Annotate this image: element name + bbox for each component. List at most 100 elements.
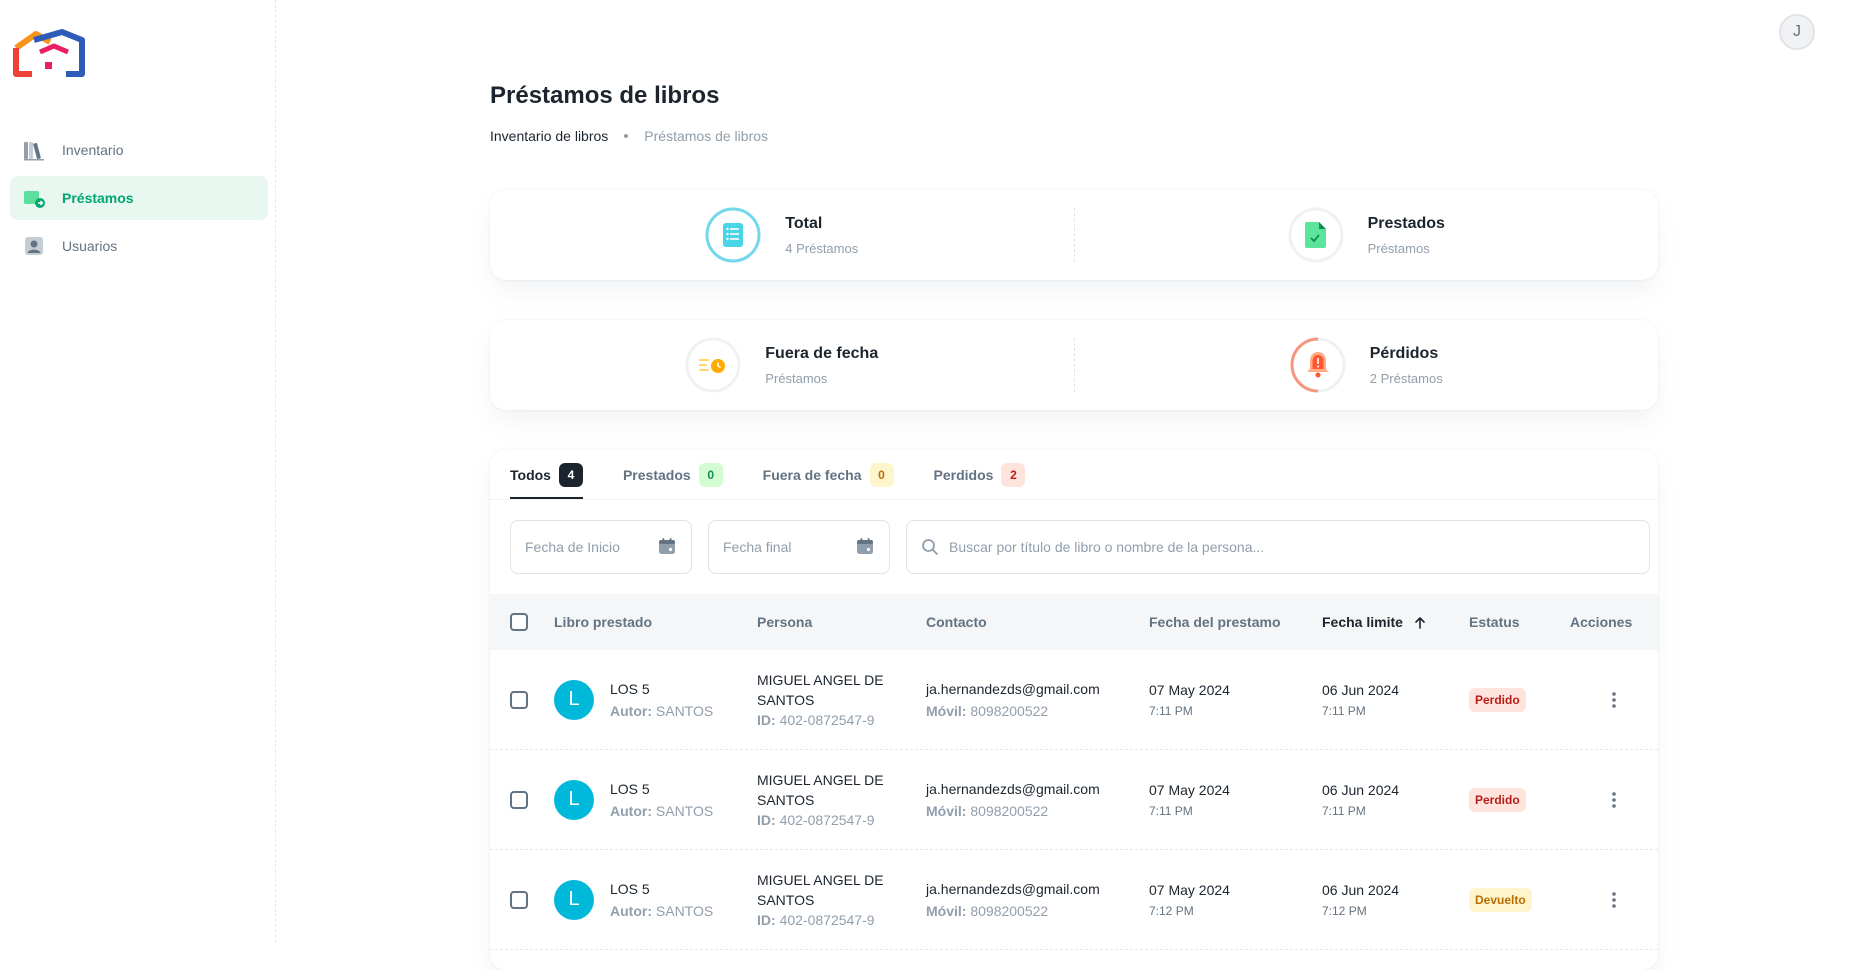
tab-label: Todos — [510, 466, 551, 483]
end-date-field[interactable]: Fecha final — [708, 520, 890, 574]
stat-total: Total 4 Préstamos — [490, 190, 1074, 280]
column-header-fecha-prestamo[interactable]: Fecha del prestamo — [1149, 614, 1322, 630]
person-name-line1: MIGUEL ANGEL DE — [757, 771, 884, 788]
contact-phone: 8098200522 — [970, 802, 1049, 819]
start-date-field[interactable]: Fecha de Inicio — [510, 520, 692, 574]
stat-title: Fuera de fecha — [765, 344, 879, 362]
file-check-icon — [1304, 222, 1326, 248]
id-label: ID: — [757, 811, 776, 828]
stat-subtitle: Préstamos — [1367, 240, 1430, 256]
book-author: SANTOS — [655, 802, 714, 819]
book-title: LOS 5 — [610, 880, 650, 897]
person-name-line1: MIGUEL ANGEL DE — [757, 671, 884, 688]
calendar-icon[interactable] — [855, 536, 875, 559]
loan-folder-icon — [22, 186, 46, 210]
user-icon — [22, 234, 46, 258]
person-name-line1: MIGUEL ANGEL DE — [757, 871, 884, 888]
stat-subtitle: Préstamos — [765, 370, 828, 386]
contact-email: ja.hernandezds@gmail.com — [926, 780, 1100, 797]
select-all-checkbox[interactable] — [510, 613, 528, 631]
status-badge: Perdido — [1469, 787, 1526, 812]
person-name-line2: SANTOS — [757, 691, 815, 708]
house-logo-icon[interactable] — [10, 28, 86, 80]
column-header-fecha-limite[interactable]: Fecha limite — [1322, 614, 1469, 630]
phone-label: Móvil: — [926, 702, 967, 719]
loan-date: 07 May 2024 — [1149, 681, 1230, 698]
stat-fuera-de-fecha: Fuera de fecha Préstamos — [490, 320, 1074, 410]
sidebar-item-usuarios[interactable]: Usuarios — [10, 224, 268, 268]
stat-prestados: Prestados Préstamos — [1073, 207, 1659, 263]
tab-count-badge: 0 — [869, 462, 894, 487]
tab-prestados[interactable]: Prestados 0 — [623, 450, 723, 499]
table-row[interactable]: L LOS 5 Autor: SANTOS MIGUEL ANGEL DE SA… — [490, 850, 1658, 950]
bell-icon — [1306, 352, 1329, 378]
phone-label: Móvil: — [926, 802, 967, 819]
breadcrumb-separator — [624, 134, 629, 138]
more-vertical-icon[interactable] — [1596, 782, 1632, 818]
user-avatar-initial: J — [1793, 23, 1801, 40]
book-title: LOS 5 — [610, 680, 650, 697]
row-checkbox[interactable] — [510, 790, 528, 809]
search-input[interactable]: Buscar por título de libro o nombre de l… — [906, 520, 1650, 574]
row-checkbox[interactable] — [510, 890, 528, 909]
book-author: SANTOS — [655, 702, 714, 719]
person-name-line2: SANTOS — [757, 791, 815, 808]
stat-perdidos: Pérdidos 2 Préstamos — [1073, 337, 1659, 393]
loan-date: 07 May 2024 — [1149, 881, 1230, 898]
breadcrumb-current: Préstamos de libros — [644, 128, 769, 144]
due-date: 06 Jun 2024 — [1322, 681, 1400, 698]
more-vertical-icon[interactable] — [1596, 882, 1632, 918]
loan-time: 7:11 PM — [1149, 803, 1193, 818]
sidebar-item-prestamos[interactable]: Préstamos — [10, 176, 268, 220]
book-avatar: L — [554, 779, 594, 820]
tab-fuera-de-fecha[interactable]: Fuera de fecha 0 — [763, 450, 894, 499]
contact-email: ja.hernandezds@gmail.com — [926, 880, 1100, 897]
column-header-estatus[interactable]: Estatus — [1469, 614, 1570, 630]
clock-list-icon — [699, 359, 726, 373]
start-date-placeholder: Fecha de Inicio — [525, 539, 620, 555]
sidebar-item-inventario[interactable]: Inventario — [10, 128, 268, 172]
tab-label: Fuera de fecha — [762, 466, 862, 483]
table-row[interactable]: L LOS 5 Autor: SANTOS MIGUEL ANGEL DE SA… — [490, 650, 1658, 750]
tab-perdidos[interactable]: Perdidos 2 — [934, 450, 1026, 499]
sort-arrow-up-icon — [1413, 616, 1427, 630]
loans-table-card: Todos 4 Prestados 0 Fuera de fecha 0 Per… — [490, 450, 1658, 970]
due-time: 7:12 PM — [1322, 903, 1367, 918]
user-avatar[interactable]: J — [1779, 14, 1815, 50]
id-label: ID: — [757, 911, 776, 928]
sidebar: Inventario Préstamos Usuarios — [0, 0, 276, 942]
end-date-placeholder: Fecha final — [723, 539, 792, 555]
stat-subtitle: 2 Préstamos — [1369, 370, 1443, 386]
search-icon — [921, 538, 939, 556]
breadcrumb-link[interactable]: Inventario de libros — [490, 128, 608, 144]
table-row[interactable]: L LOS 5 Autor: SANTOS MIGUEL ANGEL DE SA… — [490, 750, 1658, 850]
tab-todos[interactable]: Todos 4 — [510, 450, 583, 499]
book-avatar: L — [554, 679, 594, 720]
column-header-persona[interactable]: Persona — [757, 614, 926, 630]
status-tabs: Todos 4 Prestados 0 Fuera de fecha 0 Per… — [490, 450, 1658, 500]
stats-card-top: Total 4 Préstamos Prestados Préstamos — [490, 190, 1658, 280]
stat-title: Pérdidos — [1369, 344, 1439, 362]
stat-title: Prestados — [1367, 214, 1445, 232]
tab-count-badge: 2 — [1001, 462, 1026, 487]
stat-title: Total — [785, 214, 823, 232]
column-header-libro[interactable]: Libro prestado — [554, 614, 757, 630]
row-checkbox[interactable] — [510, 690, 528, 709]
more-vertical-icon[interactable] — [1596, 682, 1632, 718]
tab-count-badge: 4 — [558, 462, 583, 487]
books-icon — [22, 138, 46, 162]
stat-fuera-ring — [685, 337, 741, 393]
calendar-icon[interactable] — [657, 536, 677, 559]
stat-prestados-ring — [1288, 207, 1344, 263]
page-title: Préstamos de libros — [490, 82, 720, 109]
contact-email: ja.hernandezds@gmail.com — [926, 680, 1100, 697]
author-label: Autor: — [610, 902, 652, 919]
id-label: ID: — [757, 711, 776, 728]
sidebar-item-label: Usuarios — [62, 238, 118, 254]
person-id: 402-0872547-9 — [779, 711, 875, 728]
column-header-contacto[interactable]: Contacto — [926, 614, 1149, 630]
due-date: 06 Jun 2024 — [1322, 781, 1400, 798]
contact-phone: 8098200522 — [970, 902, 1049, 919]
stat-perdidos-ring — [1290, 337, 1346, 393]
sidebar-nav: Inventario Préstamos Usuarios — [10, 128, 268, 272]
